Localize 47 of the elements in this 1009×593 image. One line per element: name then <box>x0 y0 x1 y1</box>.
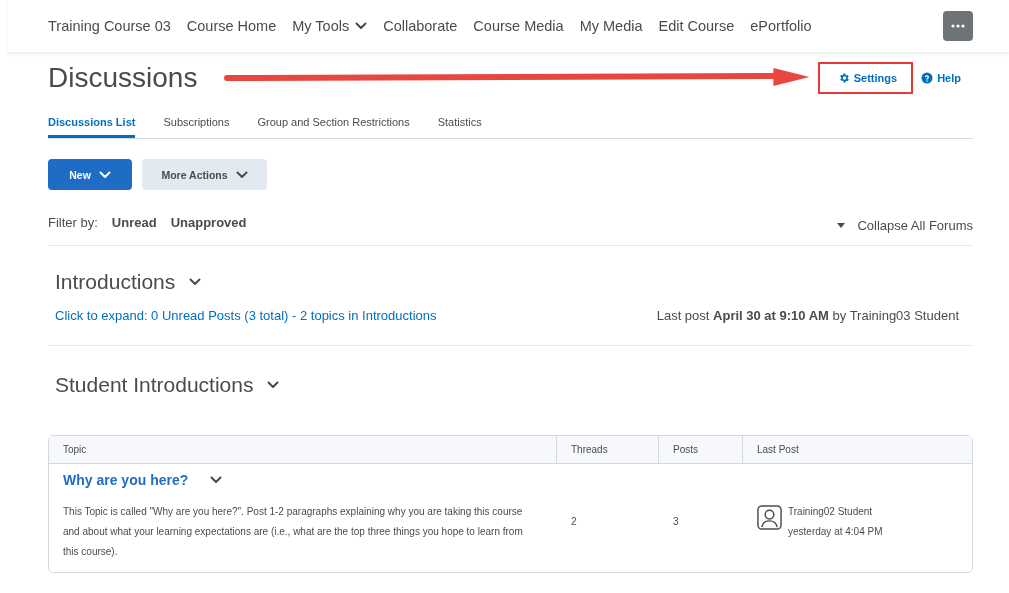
chevron-icon <box>355 22 368 30</box>
nav-link[interactable]: Edit Course <box>658 18 735 34</box>
settings-link[interactable]: Settings <box>837 72 898 84</box>
filter-label: Filter by: <box>48 215 98 230</box>
more-button[interactable] <box>943 11 973 41</box>
filter-option[interactable]: Unread <box>111 215 157 230</box>
chevron-icon <box>189 278 202 286</box>
tab[interactable]: Discussions List <box>48 112 136 138</box>
nav-link[interactable]: ePortfolio <box>750 18 812 34</box>
help-icon <box>921 72 934 84</box>
new-button[interactable]: New <box>48 159 132 190</box>
chevron-icon <box>210 476 223 484</box>
nav-link[interactable]: Collaborate <box>383 18 458 34</box>
nav-link[interactable]: Training Course 03 <box>48 18 171 34</box>
more-actions-button[interactable]: More Actions <box>142 159 267 190</box>
nav-link[interactable]: Course Home <box>186 18 277 34</box>
user-icon <box>757 505 782 530</box>
chevron-icon <box>98 170 111 179</box>
settings-icon <box>837 72 850 84</box>
forum-title: Student Introductions <box>55 373 254 397</box>
nav-link[interactable]: My Media <box>579 18 643 34</box>
column-header: Last Post <box>743 436 972 464</box>
column-header: Threads <box>557 436 659 464</box>
chevron-icon <box>267 381 280 389</box>
forum-title: Introductions <box>55 270 176 294</box>
caret-icon <box>837 223 846 228</box>
column-header: Posts <box>659 436 743 464</box>
tab[interactable]: Group and Section Restrictions <box>257 112 410 138</box>
collapse-all-link[interactable]: Collapse All Forums <box>837 218 973 233</box>
filter-option[interactable]: Unapproved <box>170 215 247 230</box>
nav-link[interactable]: Course Media <box>473 18 564 34</box>
nav-menu[interactable]: My Tools <box>292 18 368 34</box>
tab[interactable]: Statistics <box>437 112 482 138</box>
chevron-icon <box>235 170 248 179</box>
topic-description: This Topic is called "Why are you here?". Post 1-2 paragraphs explaining why you are taking this course and about what your learning expectations are (i.e., what are the top three things you hope to learn from this course). <box>63 505 524 559</box>
threads-count: 2 <box>571 516 577 527</box>
last-post-time: yesterday at 4:04 PM <box>788 525 883 539</box>
last-post-author: Training02 Student <box>788 505 874 519</box>
last-post-text: Last post April 30 at 9:10 AM by Training03 Student <box>656 308 959 323</box>
column-header: Topic <box>49 436 557 464</box>
expand-link[interactable]: Click to expand: 0 Unread Posts (3 total) - 2 topics in Introductions <box>55 308 437 323</box>
help-link[interactable]: Help <box>921 72 961 84</box>
more-icon <box>951 24 965 28</box>
posts-count: 3 <box>673 516 679 527</box>
page-title: Discussions <box>48 62 198 94</box>
topic-link[interactable]: Why are you here? <box>63 472 189 488</box>
tab[interactable]: Subscriptions <box>163 112 230 138</box>
